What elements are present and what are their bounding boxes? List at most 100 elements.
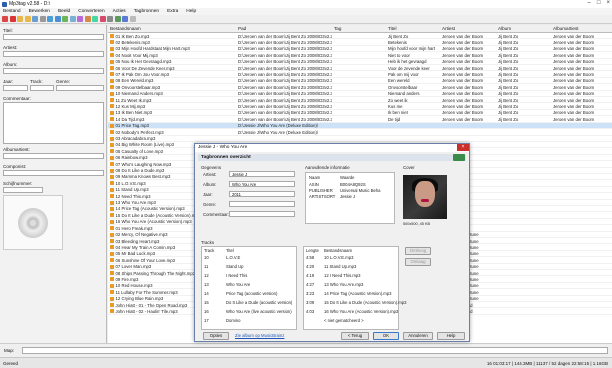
table-cell: Niet to voor (388, 52, 410, 58)
table-cell: 10 Niemand Anders.mp3 (110, 91, 236, 96)
options-icon[interactable] (39, 16, 46, 22)
table-cell: 02 Nobody's Perfect.mp3 (110, 130, 236, 135)
col-title[interactable]: Titel (388, 26, 397, 31)
menu-extra[interactable]: Extra (167, 9, 178, 14)
tag-to-tag-icon[interactable] (62, 16, 68, 22)
back-button[interactable]: < Terug (341, 332, 369, 340)
menu-actions[interactable]: Acties (113, 9, 126, 14)
menu-file[interactable]: Bestand (3, 9, 21, 14)
title-bar: Mp3tag v2.58 - D:\ – □ × (0, 0, 612, 8)
genre-dlg-field[interactable] (229, 201, 295, 207)
files-list[interactable]: Lengte Bestandsnaam 4:58 10 L.O.V.E.mp3 4:… (303, 246, 406, 330)
refresh-icon[interactable] (32, 16, 38, 22)
title-field[interactable] (3, 34, 104, 40)
cancel-button[interactable]: Annuleren (403, 332, 433, 340)
maximize-icon[interactable]: □ (597, 0, 601, 6)
comment-field[interactable] (3, 102, 104, 144)
move-up-button[interactable]: Omhoog (405, 247, 431, 255)
menu-help[interactable]: Help (186, 9, 196, 14)
tracks-list[interactable]: Track Titel 10 L.O.V.E 11 Stand Up 12 I Need … (201, 246, 297, 330)
genre-dlg-label: Genre: (203, 202, 217, 207)
artist-dlg-field[interactable]: Jessie J (229, 171, 295, 177)
playlist-icon[interactable] (122, 16, 128, 22)
move-down-button[interactable]: Omlaag (405, 258, 431, 266)
menu-view[interactable]: Beeld (58, 9, 70, 14)
remove-tag-icon[interactable] (9, 16, 16, 22)
table-cell: 05 Nou Ik Het Gevraagd.mp3 (110, 59, 236, 64)
actions-icon[interactable] (107, 16, 113, 22)
filename-to-tag-icon[interactable] (54, 16, 61, 22)
col-artist[interactable]: Artiest (442, 26, 455, 31)
amazon-icon[interactable] (84, 16, 91, 22)
comment-dlg-field[interactable] (229, 211, 295, 217)
table-cell: Jij Bent Zo (498, 97, 519, 103)
table-cell: Jeroen van der Boom (442, 78, 484, 84)
year-label: Jaar: (3, 79, 14, 84)
text-to-tag-icon[interactable] (69, 16, 76, 22)
col-filename[interactable]: Bestandsnaam (110, 26, 141, 31)
extra-header-value: Waarde (340, 175, 355, 180)
menu-tag-sources[interactable]: Tagbronnen (134, 9, 159, 14)
track-number: 13 (204, 282, 209, 287)
table-cell: D:\Jeroen van der Boom\Jij Bent Zo 2008\… (238, 116, 332, 122)
table-cell: D:\Jeroen van der Boom\Jij Bent Zo 2008\… (238, 91, 332, 97)
table-cell: 01 Ik Ben Zo.mp3 (110, 34, 236, 39)
cover-placeholder[interactable] (3, 195, 63, 250)
artist-field[interactable] (3, 51, 104, 57)
menu-convert[interactable]: Converteren (78, 9, 104, 14)
disc-number-field[interactable] (3, 187, 43, 193)
help-button[interactable]: Help (437, 332, 465, 340)
album-dlg-field[interactable]: Who You Are (229, 181, 295, 187)
composer-field[interactable] (3, 170, 104, 176)
col-tag[interactable]: Tag (334, 26, 341, 31)
save-icon[interactable] (2, 16, 8, 22)
track-field[interactable] (30, 85, 54, 91)
table-cell: Jij Bent Zo (498, 65, 519, 71)
table-cell: D:\Jessie J\Who You Are (Deluxe Edition)… (238, 123, 319, 129)
extra-value: Universal Music Beha (340, 188, 381, 193)
open-folder-icon[interactable] (17, 16, 23, 22)
table-cell: Jeroen van der Boom (442, 65, 484, 71)
col-album[interactable]: Album (498, 26, 511, 31)
close-icon[interactable]: × (606, 0, 610, 6)
directory-input[interactable] (22, 347, 608, 354)
undo-icon[interactable] (129, 16, 136, 22)
col-album-artist[interactable]: Albumartiest (553, 26, 579, 31)
table-cell: Jeroen van der Boom (442, 59, 484, 65)
freedb-icon[interactable] (77, 16, 83, 22)
table-cell: Jeroen van der Boom (553, 103, 595, 109)
cover-section-label: Cover (403, 165, 415, 170)
year-field[interactable] (3, 85, 28, 91)
track-title: Who You Are (226, 282, 251, 287)
track-number: 14 (204, 291, 209, 296)
col-path[interactable]: Pad (238, 26, 246, 31)
export-icon[interactable] (114, 16, 121, 22)
discogs-icon[interactable] (92, 16, 98, 22)
dialog-close-icon[interactable]: × (457, 144, 469, 151)
tag-to-filename-icon[interactable] (47, 16, 53, 22)
table-cell: Jij Bent Zo (498, 91, 519, 97)
file-name: 16 Who You Are (Acoustic Version).mp3 (324, 309, 399, 314)
table-cell: 08 Een Wereld.mp3 (110, 78, 236, 83)
status-stats: 16 01:03:17 | 144.3MB | 11137 / 52 dagen… (486, 361, 608, 366)
tracks-label: Tracks (201, 240, 215, 245)
table-cell: Jeroen van der Boom (553, 116, 595, 122)
musicbrainz-link[interactable]: Zie album op MusicBrainz (235, 333, 284, 338)
album-artist-field[interactable] (3, 153, 104, 159)
minimize-icon[interactable]: – (588, 0, 591, 6)
track-title: Price Tag (acoustic version) (226, 291, 278, 296)
musicbrainz-icon[interactable] (99, 16, 106, 22)
filter-bar: Map: (0, 343, 612, 357)
menu-edit[interactable]: Bewerken (29, 9, 50, 14)
general-section-label: Gegevens (201, 165, 222, 170)
options-button[interactable]: Opties (203, 332, 229, 340)
add-folder-icon[interactable] (24, 16, 31, 22)
ok-button[interactable]: OK (373, 332, 399, 340)
track-title: Do It Like a Dude (acoustic version) (226, 300, 293, 305)
track-number: 11 (204, 264, 209, 269)
table-cell: Jij Bent Zo (498, 110, 519, 116)
year-dlg-field[interactable]: 2011 (229, 191, 295, 197)
table-cell: Jeroen van der Boom (553, 52, 595, 58)
genre-field[interactable] (56, 85, 104, 91)
album-field[interactable] (3, 68, 104, 74)
